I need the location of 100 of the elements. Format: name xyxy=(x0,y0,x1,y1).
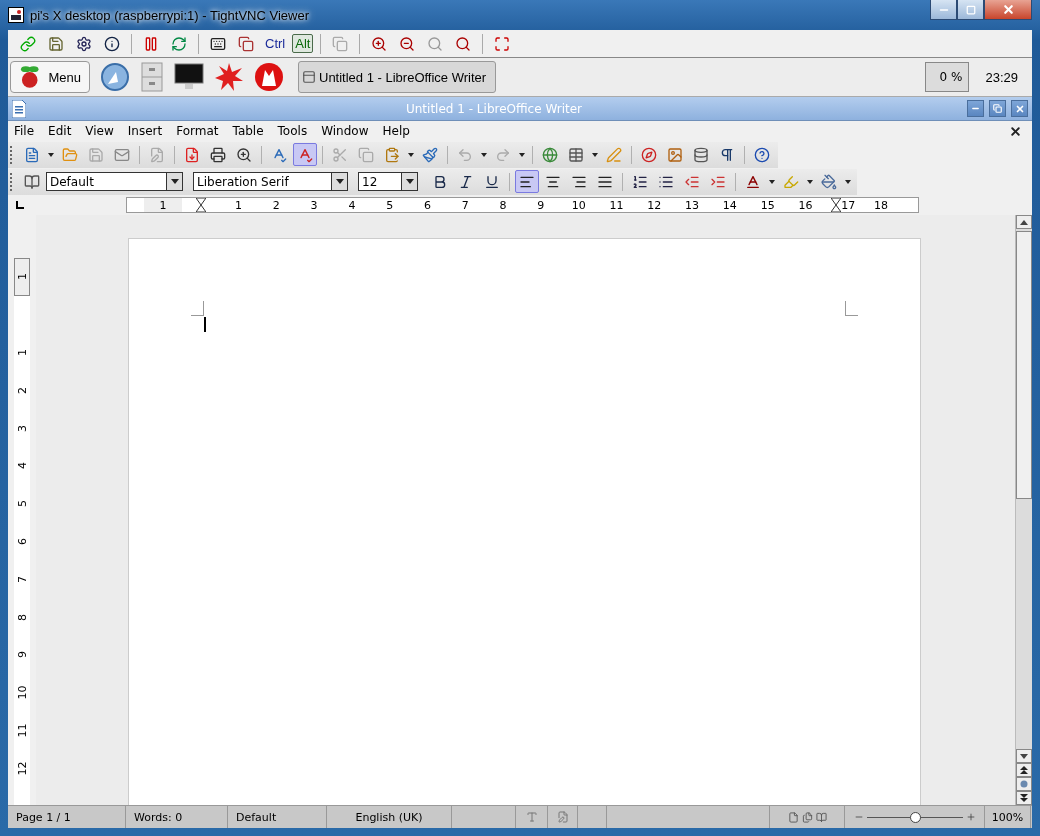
ruler-number: 17 xyxy=(841,198,856,212)
indent-marker-icon[interactable] xyxy=(195,198,206,212)
tab-stop-icon[interactable] xyxy=(16,201,24,209)
indent-marker-icon[interactable] xyxy=(831,198,842,212)
double-up-arrow-icon xyxy=(1020,766,1028,774)
ruler-number: 10 xyxy=(571,198,586,212)
ruler-number: 7 xyxy=(15,575,29,583)
auto-spellcheck-icon[interactable] xyxy=(293,143,317,166)
maximize-button[interactable] xyxy=(957,0,984,20)
dropdown-button[interactable] xyxy=(331,172,348,191)
window-icon xyxy=(302,70,316,84)
page-style: Default xyxy=(236,810,277,824)
dropdown-button[interactable] xyxy=(401,172,418,191)
word-count: Words: 0 xyxy=(134,810,183,824)
ruler-number: 14 xyxy=(722,198,737,212)
dropdown-button[interactable] xyxy=(166,172,183,191)
restore-button[interactable] xyxy=(989,100,1006,117)
raspberry-icon xyxy=(19,65,41,89)
close-button[interactable] xyxy=(984,0,1032,20)
app-logo-icon xyxy=(8,7,24,23)
book-view-icon xyxy=(815,811,827,823)
menu-item[interactable]: Format xyxy=(176,124,226,138)
ruler-number: 13 xyxy=(685,198,700,212)
horizontal-ruler[interactable]: 1 1 2 3 4 5 6 7 8 9 10 11 12 13 14 15 16 17 18 xyxy=(126,197,919,213)
caret-icon xyxy=(335,179,344,184)
ruler-number: 11 xyxy=(15,723,29,738)
menu-item[interactable]: Edit xyxy=(48,124,79,138)
starburst-icon[interactable] xyxy=(214,62,244,92)
cpu-usage: 0 % xyxy=(925,62,970,92)
ruler-number: 9 xyxy=(15,651,29,659)
ruler-number: 7 xyxy=(461,198,469,212)
single-page-view-icon xyxy=(787,811,799,823)
font-size-field[interactable]: 12 xyxy=(358,172,401,191)
up-arrow-icon xyxy=(1020,219,1028,225)
close-icon xyxy=(1001,3,1015,16)
align-left-icon[interactable] xyxy=(515,170,539,193)
ruler-number: 8 xyxy=(499,198,507,212)
multi-page-view-icon xyxy=(801,811,813,823)
font-name-field[interactable]: Liberation Serif xyxy=(193,172,331,191)
ruler-number: 16 xyxy=(798,198,813,212)
margin-corner-mark xyxy=(191,301,204,316)
menu-item[interactable]: Insert xyxy=(127,124,170,138)
document-icon xyxy=(12,99,26,118)
caret-icon xyxy=(405,179,414,184)
ruler-number: 3 xyxy=(310,198,318,212)
ruler-number: 2 xyxy=(15,386,29,394)
paragraph-style-field[interactable]: Default xyxy=(46,172,166,191)
menu-item[interactable]: Tools xyxy=(277,124,315,138)
file-cabinet-icon[interactable] xyxy=(140,62,164,92)
down-arrow-icon xyxy=(1020,753,1028,759)
menu-item[interactable]: Window xyxy=(321,124,376,138)
caret-icon xyxy=(170,179,179,184)
close-document-icon[interactable] xyxy=(1009,124,1022,138)
scroll-up-button[interactable] xyxy=(1016,215,1032,229)
menu-item[interactable]: Table xyxy=(232,124,271,138)
margin-corner-mark xyxy=(845,301,858,316)
ruler-number: 11 xyxy=(609,198,624,212)
ruler-number: 1 xyxy=(159,198,167,212)
ruler-number: 4 xyxy=(15,462,29,470)
minimize-button[interactable] xyxy=(930,0,957,20)
modifier-key[interactable]: Alt xyxy=(292,34,314,53)
ruler-number: 5 xyxy=(15,500,29,508)
minimize-button[interactable] xyxy=(967,100,984,117)
ruler-number: 8 xyxy=(15,613,29,621)
ruler-number: 5 xyxy=(386,198,394,212)
close-icon xyxy=(1014,103,1025,114)
ruler-number: 1 xyxy=(15,273,29,281)
document-title: Untitled 1 - LibreOffice Writer xyxy=(405,101,583,116)
previous-page-button[interactable] xyxy=(1016,763,1032,777)
ruler-number: 4 xyxy=(348,198,356,212)
next-page-button[interactable] xyxy=(1016,791,1032,805)
ruler-number: 18 xyxy=(874,198,889,212)
ruler-number: 3 xyxy=(15,424,29,432)
scroll-thumb[interactable] xyxy=(1016,231,1032,499)
ruler-number: 1 xyxy=(235,198,242,212)
menu-button[interactable]: Menu xyxy=(10,61,90,93)
modifier-key[interactable]: Ctrl xyxy=(262,34,289,53)
ruler-number: 12 xyxy=(15,761,29,776)
ruler-number: 6 xyxy=(15,537,29,545)
restore-icon xyxy=(993,104,1002,113)
maximize-icon xyxy=(965,4,976,15)
document-modified-icon xyxy=(556,811,569,823)
double-down-arrow-icon xyxy=(1020,794,1028,802)
clock: 23:29 xyxy=(985,69,1018,85)
monitor-icon[interactable] xyxy=(174,63,204,91)
menu-item[interactable]: View xyxy=(85,124,121,138)
close-button[interactable] xyxy=(1011,100,1028,117)
ruler-number: 1 xyxy=(15,349,29,356)
ruler-number: 6 xyxy=(423,198,431,212)
ruler-number: 9 xyxy=(537,198,545,212)
text-cursor xyxy=(204,317,206,332)
vertical-scrollbar[interactable] xyxy=(1015,215,1032,805)
zoom-slider-thumb[interactable] xyxy=(909,811,921,823)
vertical-ruler[interactable]: 1 1 2 3 4 5 6 7 8 9 10 11 12 xyxy=(14,258,30,805)
taskbar-window-button[interactable]: Untitled 1 - LibreOffice Writer xyxy=(298,61,496,93)
ruler-number: 10 xyxy=(15,685,29,700)
menu-item[interactable]: File xyxy=(14,124,42,138)
scroll-down-button[interactable] xyxy=(1016,749,1032,763)
zoom-percentage: 100% xyxy=(991,810,1024,824)
menu-item[interactable]: Help xyxy=(382,124,417,138)
